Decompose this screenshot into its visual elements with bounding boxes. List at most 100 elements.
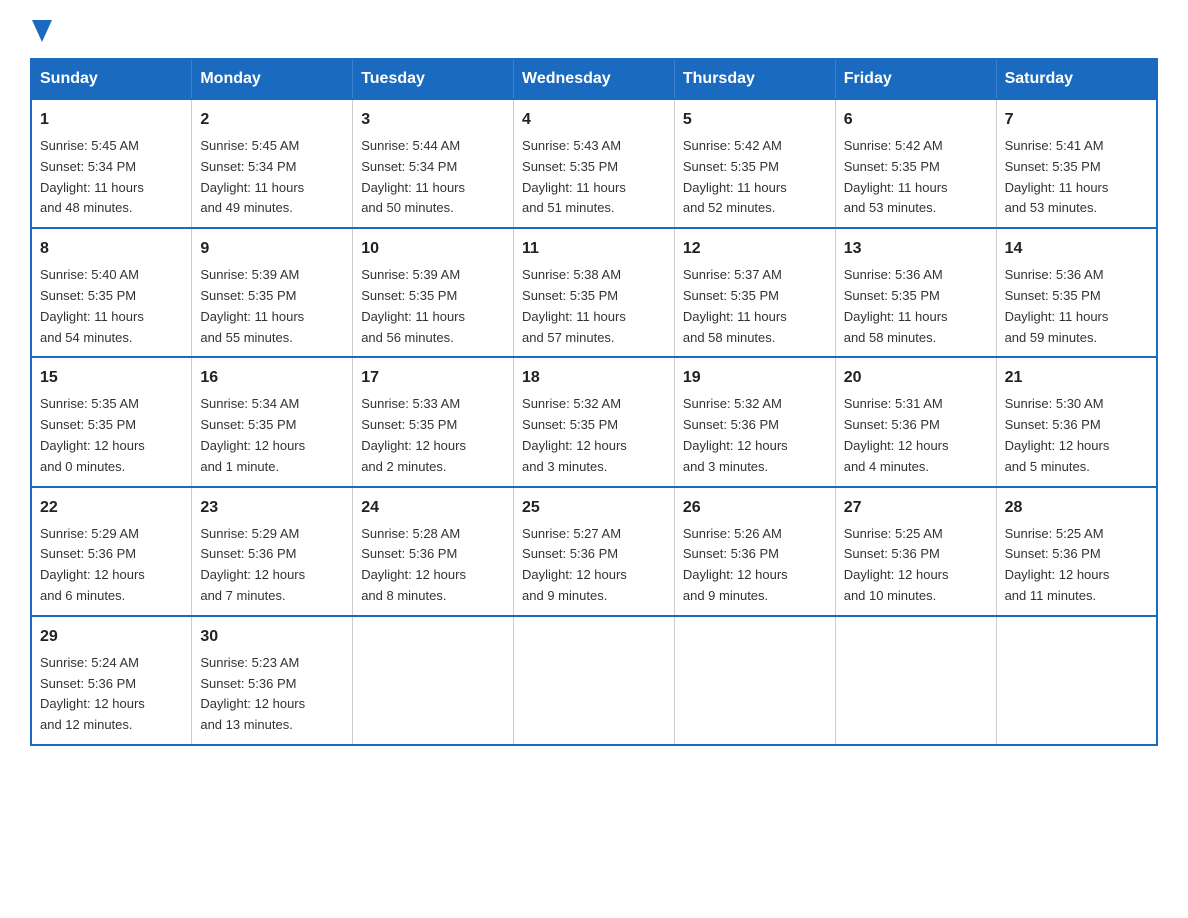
day-info: Sunrise: 5:29 AMSunset: 5:36 PMDaylight:… — [40, 524, 183, 607]
day-info: Sunrise: 5:30 AMSunset: 5:36 PMDaylight:… — [1005, 394, 1148, 477]
calendar-day-cell: 8Sunrise: 5:40 AMSunset: 5:35 PMDaylight… — [31, 228, 192, 357]
day-info: Sunrise: 5:42 AMSunset: 5:35 PMDaylight:… — [844, 136, 988, 219]
calendar-day-cell: 12 Sunrise: 5:37 AMSunset: 5:35 PMDayligh… — [674, 228, 835, 357]
calendar-day-cell: 30 Sunrise: 5:23 AMSunset: 5:36 PMDayligh… — [192, 616, 353, 745]
day-info: Sunrise: 5:26 AMSunset: 5:36 PMDaylight:… — [683, 524, 827, 607]
calendar-day-cell: 16 Sunrise: 5:34 AMSunset: 5:35 PMDayligh… — [192, 357, 353, 486]
day-number: 17 — [361, 366, 505, 390]
calendar-day-cell: 5 Sunrise: 5:42 AMSunset: 5:35 PMDaylight… — [674, 99, 835, 228]
calendar-week-row: 8Sunrise: 5:40 AMSunset: 5:35 PMDaylight… — [31, 228, 1157, 357]
day-info: Sunrise: 5:29 AMSunset: 5:36 PMDaylight:… — [200, 524, 344, 607]
day-number: 28 — [1005, 496, 1148, 520]
calendar-day-cell: 28 Sunrise: 5:25 AMSunset: 5:36 PMDayligh… — [996, 487, 1157, 616]
day-info: Sunrise: 5:33 AMSunset: 5:35 PMDaylight:… — [361, 394, 505, 477]
day-info: Sunrise: 5:24 AMSunset: 5:36 PMDaylight:… — [40, 653, 183, 736]
calendar-day-cell: 4 Sunrise: 5:43 AMSunset: 5:35 PMDaylight… — [514, 99, 675, 228]
day-number: 2 — [200, 108, 344, 132]
calendar-day-cell: 13 Sunrise: 5:36 AMSunset: 5:35 PMDayligh… — [835, 228, 996, 357]
day-number: 8 — [40, 237, 183, 261]
calendar-day-cell: 24 Sunrise: 5:28 AMSunset: 5:36 PMDayligh… — [353, 487, 514, 616]
day-number: 30 — [200, 625, 344, 649]
day-info: Sunrise: 5:32 AMSunset: 5:36 PMDaylight:… — [683, 394, 827, 477]
calendar-week-row: 29 Sunrise: 5:24 AMSunset: 5:36 PMDayligh… — [31, 616, 1157, 745]
day-info: Sunrise: 5:45 AMSunset: 5:34 PMDaylight:… — [40, 136, 183, 219]
day-number: 7 — [1005, 108, 1148, 132]
day-of-week-header: Wednesday — [514, 59, 675, 99]
calendar-day-cell: 15 Sunrise: 5:35 AMSunset: 5:35 PMDayligh… — [31, 357, 192, 486]
day-info: Sunrise: 5:27 AMSunset: 5:36 PMDaylight:… — [522, 524, 666, 607]
day-of-week-header: Friday — [835, 59, 996, 99]
day-number: 13 — [844, 237, 988, 261]
day-info: Sunrise: 5:23 AMSunset: 5:36 PMDaylight:… — [200, 653, 344, 736]
day-number: 9 — [200, 237, 344, 261]
day-of-week-header: Sunday — [31, 59, 192, 99]
day-number: 16 — [200, 366, 344, 390]
calendar-day-cell: 7 Sunrise: 5:41 AMSunset: 5:35 PMDaylight… — [996, 99, 1157, 228]
day-info: Sunrise: 5:39 AMSunset: 5:35 PMDaylight:… — [361, 265, 505, 348]
calendar-day-cell: 27 Sunrise: 5:25 AMSunset: 5:36 PMDayligh… — [835, 487, 996, 616]
calendar-day-cell: 14 Sunrise: 5:36 AMSunset: 5:35 PMDayligh… — [996, 228, 1157, 357]
calendar-day-cell — [996, 616, 1157, 745]
day-number: 18 — [522, 366, 666, 390]
day-info: Sunrise: 5:36 AMSunset: 5:35 PMDaylight:… — [1005, 265, 1148, 348]
logo — [30, 20, 52, 38]
day-info: Sunrise: 5:25 AMSunset: 5:36 PMDaylight:… — [844, 524, 988, 607]
day-number: 15 — [40, 366, 183, 390]
calendar-day-cell: 10 Sunrise: 5:39 AMSunset: 5:35 PMDayligh… — [353, 228, 514, 357]
day-number: 5 — [683, 108, 827, 132]
day-of-week-header: Tuesday — [353, 59, 514, 99]
day-info: Sunrise: 5:37 AMSunset: 5:35 PMDaylight:… — [683, 265, 827, 348]
day-number: 6 — [844, 108, 988, 132]
day-number: 29 — [40, 625, 183, 649]
day-info: Sunrise: 5:35 AMSunset: 5:35 PMDaylight:… — [40, 394, 183, 477]
day-number: 4 — [522, 108, 666, 132]
calendar-day-cell: 21 Sunrise: 5:30 AMSunset: 5:36 PMDayligh… — [996, 357, 1157, 486]
calendar-day-cell: 22 Sunrise: 5:29 AMSunset: 5:36 PMDayligh… — [31, 487, 192, 616]
day-info: Sunrise: 5:32 AMSunset: 5:35 PMDaylight:… — [522, 394, 666, 477]
day-number: 3 — [361, 108, 505, 132]
calendar-table: SundayMondayTuesdayWednesdayThursdayFrid… — [30, 58, 1158, 746]
day-of-week-header: Saturday — [996, 59, 1157, 99]
day-info: Sunrise: 5:44 AMSunset: 5:34 PMDaylight:… — [361, 136, 505, 219]
day-number: 10 — [361, 237, 505, 261]
day-number: 19 — [683, 366, 827, 390]
day-number: 26 — [683, 496, 827, 520]
day-number: 14 — [1005, 237, 1148, 261]
day-info: Sunrise: 5:42 AMSunset: 5:35 PMDaylight:… — [683, 136, 827, 219]
calendar-day-cell: 26 Sunrise: 5:26 AMSunset: 5:36 PMDayligh… — [674, 487, 835, 616]
calendar-day-cell: 3 Sunrise: 5:44 AMSunset: 5:34 PMDaylight… — [353, 99, 514, 228]
day-number: 21 — [1005, 366, 1148, 390]
calendar-day-cell: 6 Sunrise: 5:42 AMSunset: 5:35 PMDaylight… — [835, 99, 996, 228]
day-info: Sunrise: 5:31 AMSunset: 5:36 PMDaylight:… — [844, 394, 988, 477]
calendar-week-row: 1Sunrise: 5:45 AMSunset: 5:34 PMDaylight… — [31, 99, 1157, 228]
day-info: Sunrise: 5:38 AMSunset: 5:35 PMDaylight:… — [522, 265, 666, 348]
day-number: 11 — [522, 237, 666, 261]
day-of-week-header: Monday — [192, 59, 353, 99]
calendar-day-cell — [514, 616, 675, 745]
calendar-day-cell: 19 Sunrise: 5:32 AMSunset: 5:36 PMDayligh… — [674, 357, 835, 486]
day-of-week-header: Thursday — [674, 59, 835, 99]
day-info: Sunrise: 5:36 AMSunset: 5:35 PMDaylight:… — [844, 265, 988, 348]
day-info: Sunrise: 5:41 AMSunset: 5:35 PMDaylight:… — [1005, 136, 1148, 219]
day-info: Sunrise: 5:25 AMSunset: 5:36 PMDaylight:… — [1005, 524, 1148, 607]
calendar-day-cell: 23Sunrise: 5:29 AMSunset: 5:36 PMDayligh… — [192, 487, 353, 616]
day-info: Sunrise: 5:34 AMSunset: 5:35 PMDaylight:… — [200, 394, 344, 477]
calendar-week-row: 22 Sunrise: 5:29 AMSunset: 5:36 PMDayligh… — [31, 487, 1157, 616]
calendar-day-cell: 17 Sunrise: 5:33 AMSunset: 5:35 PMDayligh… — [353, 357, 514, 486]
day-number: 20 — [844, 366, 988, 390]
calendar-day-cell: 18 Sunrise: 5:32 AMSunset: 5:35 PMDayligh… — [514, 357, 675, 486]
day-number: 25 — [522, 496, 666, 520]
day-number: 22 — [40, 496, 183, 520]
day-number: 12 — [683, 237, 827, 261]
day-info: Sunrise: 5:28 AMSunset: 5:36 PMDaylight:… — [361, 524, 505, 607]
calendar-day-cell: 1Sunrise: 5:45 AMSunset: 5:34 PMDaylight… — [31, 99, 192, 228]
day-info: Sunrise: 5:39 AMSunset: 5:35 PMDaylight:… — [200, 265, 344, 348]
day-number: 27 — [844, 496, 988, 520]
day-info: Sunrise: 5:43 AMSunset: 5:35 PMDaylight:… — [522, 136, 666, 219]
day-number: 24 — [361, 496, 505, 520]
calendar-day-cell: 25 Sunrise: 5:27 AMSunset: 5:36 PMDayligh… — [514, 487, 675, 616]
calendar-day-cell: 11 Sunrise: 5:38 AMSunset: 5:35 PMDayligh… — [514, 228, 675, 357]
calendar-day-cell: 2 Sunrise: 5:45 AMSunset: 5:34 PMDaylight… — [192, 99, 353, 228]
calendar-day-cell: 9 Sunrise: 5:39 AMSunset: 5:35 PMDaylight… — [192, 228, 353, 357]
day-info: Sunrise: 5:45 AMSunset: 5:34 PMDaylight:… — [200, 136, 344, 219]
